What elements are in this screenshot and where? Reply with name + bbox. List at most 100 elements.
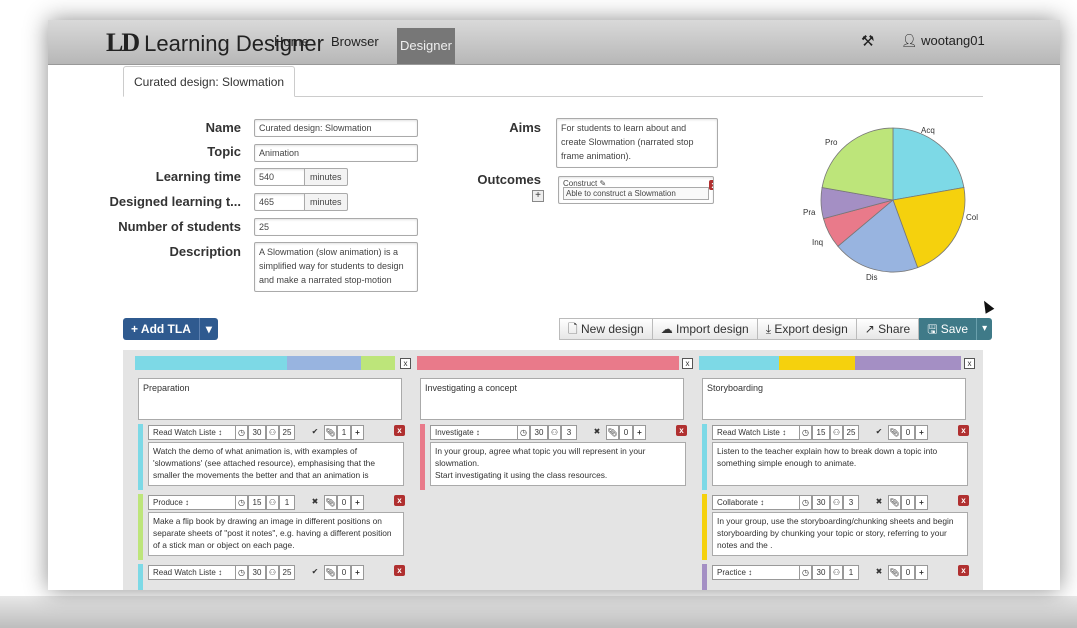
column-title[interactable]: Preparation bbox=[138, 378, 402, 420]
nav-home[interactable]: Home bbox=[274, 34, 309, 49]
tla-type-select[interactable]: Read Watch Liste ↕ bbox=[148, 425, 236, 440]
add-outcome-button[interactable]: + bbox=[532, 190, 544, 202]
tla-type-select[interactable]: Practice ↕ bbox=[712, 565, 800, 580]
save-options-chevron-icon[interactable]: ▾ bbox=[976, 318, 993, 340]
column-title[interactable]: Investigating a concept bbox=[420, 378, 684, 420]
user-remove-icon[interactable]: ✖ bbox=[872, 565, 886, 578]
top-navbar: LD Learning Designer Home Browser Designe… bbox=[48, 20, 1060, 65]
close-column-icon[interactable]: x bbox=[682, 358, 693, 369]
tla-time-field[interactable]: 30 bbox=[530, 425, 548, 440]
close-column-icon[interactable]: x bbox=[400, 358, 411, 369]
paperclip-icon[interactable]: 📎︎ bbox=[324, 495, 337, 510]
tla-resource-count: 1 bbox=[337, 425, 351, 440]
user-remove-icon[interactable]: ✖ bbox=[590, 425, 604, 438]
tla-students-field[interactable]: 1 bbox=[279, 495, 295, 510]
save-button[interactable]: 🖫︎ Save bbox=[919, 318, 977, 340]
tla-students-field[interactable]: 25 bbox=[279, 565, 295, 580]
paperclip-icon[interactable]: 📎︎ bbox=[324, 565, 337, 580]
tla-time-field[interactable]: 30 bbox=[812, 495, 830, 510]
tla-time-field[interactable]: 30 bbox=[248, 425, 266, 440]
outcome-field[interactable]: Able to construct a Slowmation bbox=[563, 187, 709, 200]
paperclip-icon[interactable]: 📎︎ bbox=[888, 425, 901, 440]
tla-time-field[interactable]: 30 bbox=[248, 565, 266, 580]
tla-resource-count: 0 bbox=[901, 425, 915, 440]
tla-students-field[interactable]: 25 bbox=[279, 425, 295, 440]
wrench-icon[interactable]: ⚒ bbox=[861, 32, 874, 50]
tla-type-select[interactable]: Read Watch Liste ↕ bbox=[148, 565, 236, 580]
tla-students-field[interactable]: 1 bbox=[843, 565, 859, 580]
tla-students-field[interactable]: 3 bbox=[561, 425, 577, 440]
add-resource-button[interactable]: + bbox=[351, 565, 364, 580]
add-resource-button[interactable]: + bbox=[351, 425, 364, 440]
group-icon: ⚇ bbox=[548, 425, 561, 440]
delete-tla-button[interactable]: x bbox=[958, 565, 969, 576]
name-field[interactable]: Curated design: Slowmation bbox=[254, 119, 418, 137]
share-button[interactable]: ↗ Share bbox=[855, 318, 920, 340]
export-design-button[interactable]: ⤓ Export design bbox=[756, 318, 857, 340]
user-name: wootang01 bbox=[921, 33, 985, 48]
add-resource-button[interactable]: + bbox=[351, 495, 364, 510]
pie-label-pra: Pra bbox=[803, 208, 816, 217]
user-remove-icon[interactable]: ✖ bbox=[872, 495, 886, 508]
close-column-icon[interactable]: x bbox=[964, 358, 975, 369]
share-icon: ↗ bbox=[864, 322, 879, 336]
delete-tla-button[interactable]: x bbox=[958, 495, 969, 506]
learning-time-field[interactable]: 540 bbox=[254, 168, 306, 186]
pie-label-col: Col bbox=[966, 213, 979, 222]
delete-tla-button[interactable]: x bbox=[394, 425, 405, 436]
add-resource-button[interactable]: + bbox=[915, 495, 928, 510]
tla-type-select[interactable]: Read Watch Liste ↕ bbox=[712, 425, 800, 440]
new-design-button[interactable]: 🗋︎ New design bbox=[559, 318, 653, 340]
chevron-down-icon[interactable]: ▾ bbox=[198, 318, 218, 340]
tla-students-field[interactable]: 25 bbox=[843, 425, 859, 440]
paperclip-icon[interactable]: 📎︎ bbox=[888, 565, 901, 580]
user-check-icon[interactable]: ✔ bbox=[308, 565, 322, 578]
user-remove-icon[interactable]: ✖ bbox=[308, 495, 322, 508]
tla-description[interactable]: In your group, agree what topic you will… bbox=[430, 442, 686, 486]
paperclip-icon[interactable]: 📎︎ bbox=[324, 425, 337, 440]
tla-resource-count: 0 bbox=[901, 565, 915, 580]
paperclip-icon[interactable]: 📎︎ bbox=[606, 425, 619, 440]
aims-field[interactable]: For students to learn about and create S… bbox=[556, 118, 718, 168]
tla-type-select[interactable]: Investigate ↕ bbox=[430, 425, 518, 440]
students-field[interactable]: 25 bbox=[254, 218, 418, 236]
group-icon: ⚇ bbox=[830, 565, 843, 580]
group-icon: ⚇ bbox=[830, 425, 843, 440]
mouse-cursor bbox=[979, 298, 995, 314]
designed-time-field[interactable]: 465 bbox=[254, 193, 306, 211]
tla-time-field[interactable]: 15 bbox=[812, 425, 830, 440]
paperclip-icon[interactable]: 📎︎ bbox=[888, 495, 901, 510]
tla-description[interactable]: In your group, use the storyboarding/chu… bbox=[712, 512, 968, 556]
nav-browser[interactable]: Browser bbox=[331, 34, 379, 49]
delete-tla-button[interactable]: x bbox=[394, 565, 405, 576]
user-check-icon[interactable]: ✔ bbox=[872, 425, 886, 438]
tla-type-select[interactable]: Produce ↕ bbox=[148, 495, 236, 510]
delete-tla-button[interactable]: x bbox=[958, 425, 969, 436]
delete-tla-button[interactable]: x bbox=[676, 425, 687, 436]
user-icon: 👤︎ bbox=[901, 33, 922, 48]
add-tla-button[interactable]: + Add TLA ▾ bbox=[123, 318, 218, 340]
tla-type-select[interactable]: Collaborate ↕ bbox=[712, 495, 800, 510]
tla-description[interactable]: Make a flip book by drawing an image in … bbox=[148, 512, 404, 556]
tla-students-field[interactable]: 3 bbox=[843, 495, 859, 510]
file-icon: 🗋︎ bbox=[568, 322, 581, 336]
remove-outcome-button[interactable]: x bbox=[709, 180, 713, 190]
cloud-upload-icon: ☁ bbox=[660, 322, 677, 336]
nav-designer[interactable]: Designer bbox=[397, 28, 455, 64]
user-check-icon[interactable]: ✔ bbox=[308, 425, 322, 438]
column-title[interactable]: Storyboarding bbox=[702, 378, 966, 420]
tab-curated-design[interactable]: Curated design: Slowmation bbox=[123, 66, 296, 97]
add-resource-button[interactable]: + bbox=[915, 425, 928, 440]
tla-time-field[interactable]: 30 bbox=[812, 565, 830, 580]
add-resource-button[interactable]: + bbox=[633, 425, 646, 440]
tla-description[interactable]: Listen to the teacher explain how to bre… bbox=[712, 442, 968, 486]
add-resource-button[interactable]: + bbox=[915, 565, 928, 580]
tla-time-field[interactable]: 15 bbox=[248, 495, 266, 510]
import-design-button[interactable]: ☁ Import design bbox=[651, 318, 758, 340]
pie-label-inq: Inq bbox=[812, 238, 824, 247]
tla-description[interactable]: Watch the demo of what animation is, wit… bbox=[148, 442, 404, 486]
user-menu[interactable]: 👤︎ wootang01 bbox=[901, 33, 985, 49]
delete-tla-button[interactable]: x bbox=[394, 495, 405, 506]
description-field[interactable]: A Slowmation (slow animation) is a simpl… bbox=[254, 242, 418, 292]
topic-field[interactable]: Animation bbox=[254, 144, 418, 162]
